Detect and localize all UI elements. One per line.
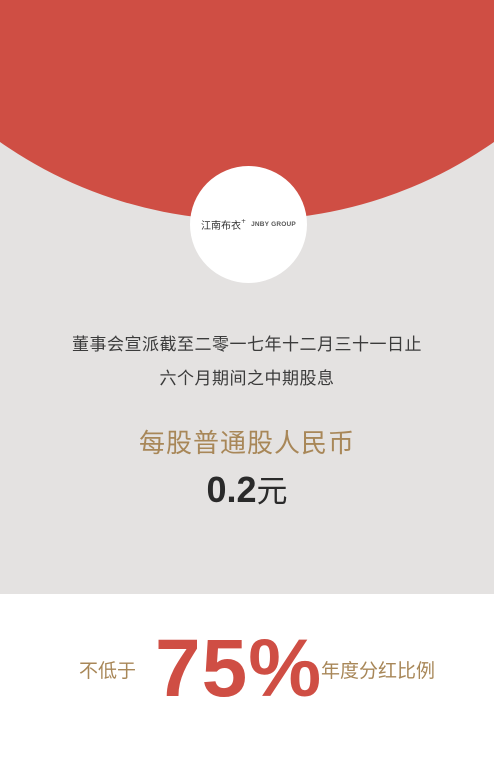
logo-badge: 江南布衣+ JNBY GROUP bbox=[190, 166, 307, 283]
payout-suffix: 年度分红比例 bbox=[321, 660, 436, 682]
payout-percentage: 75% bbox=[155, 623, 323, 714]
logo-english-name: JNBY GROUP bbox=[251, 221, 296, 228]
dividend-amount-unit: 元 bbox=[256, 474, 288, 510]
per-share-label: 每股普通股人民币 bbox=[138, 429, 355, 459]
dividend-amount-value: 0.2 bbox=[206, 469, 257, 510]
logo-chinese-name: 江南布衣+ bbox=[201, 218, 247, 232]
announcement-line-1: 董事会宣派截至二零一七年十二月三十一日止 bbox=[72, 335, 422, 355]
logo-plus-mark: + bbox=[241, 218, 247, 225]
dividend-amount: 0.2元 bbox=[0, 466, 494, 511]
announcement-line-2: 六个月期间之中期股息 bbox=[159, 369, 335, 389]
payout-prefix: 不低于 bbox=[79, 660, 137, 682]
dividend-announcement: 江南布衣+ JNBY GROUP 董事会宣派截至二零一七年十二月三十一日止 六个… bbox=[0, 0, 494, 758]
